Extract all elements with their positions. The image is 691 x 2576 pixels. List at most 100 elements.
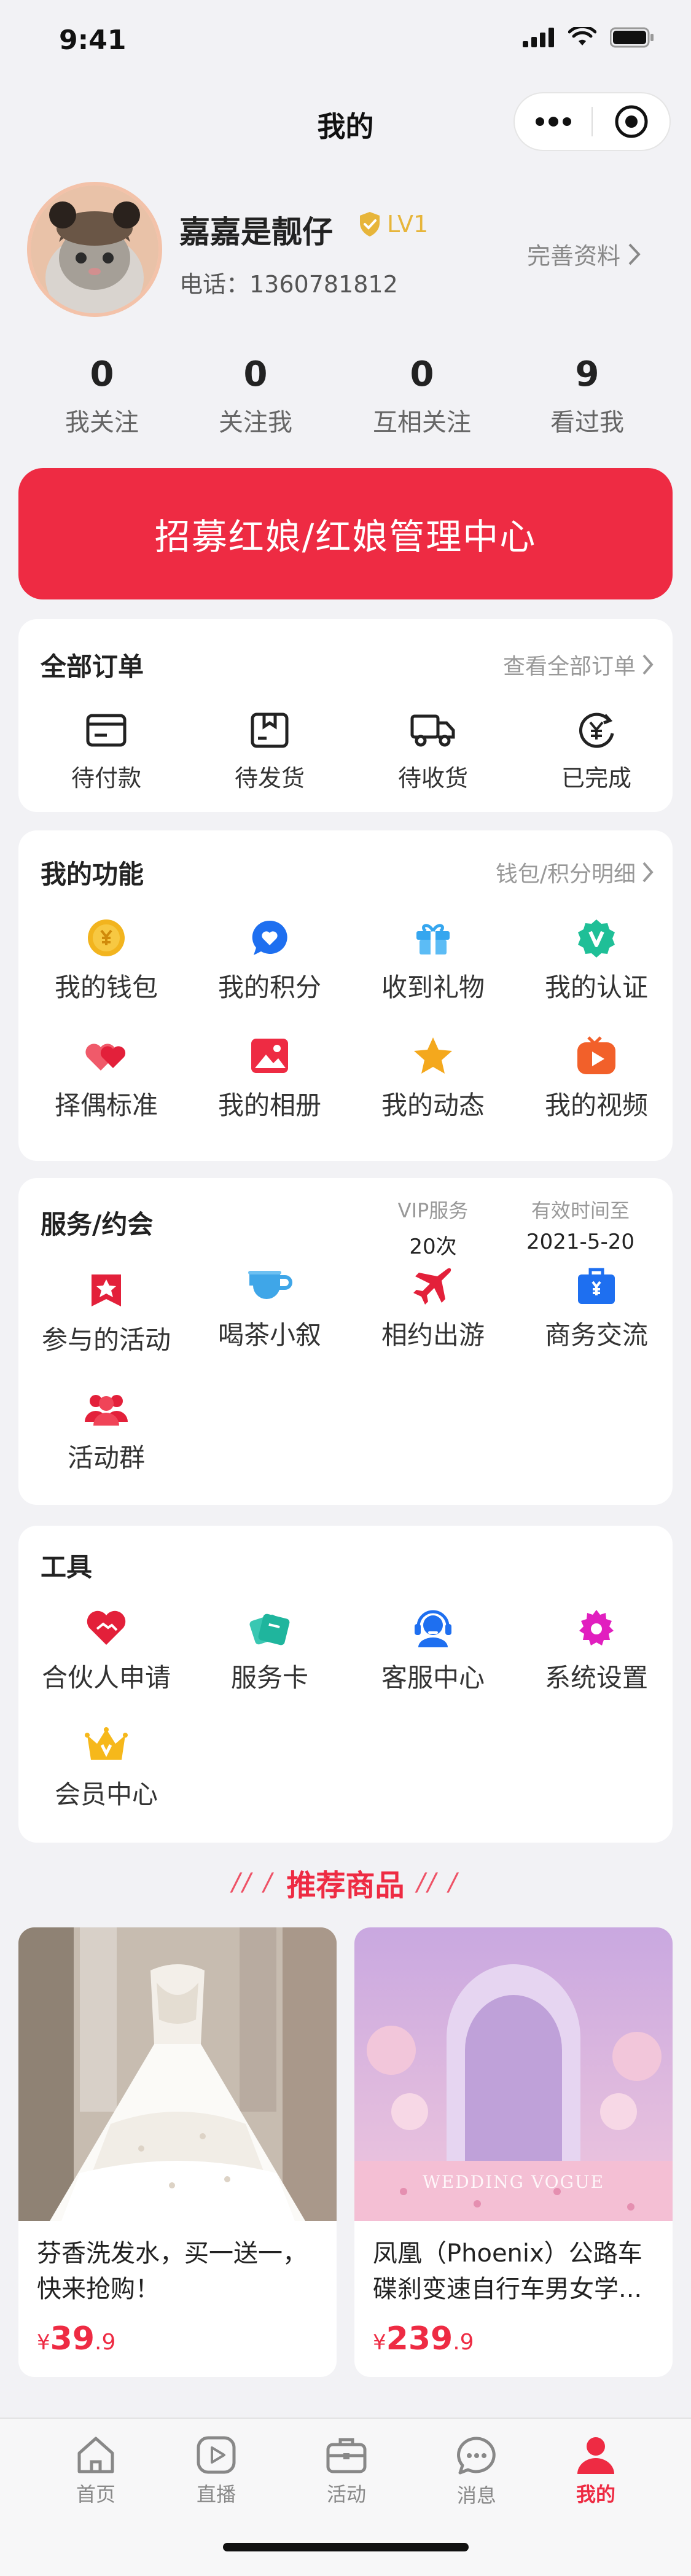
complete-profile-link[interactable]: 完善资料 bbox=[527, 237, 641, 271]
tab-label: 直播 bbox=[196, 2483, 236, 2506]
home-indicator bbox=[223, 2543, 469, 2551]
star-icon bbox=[414, 1037, 452, 1074]
function-label: 收到礼物 bbox=[381, 972, 485, 1002]
more-button[interactable] bbox=[515, 93, 591, 150]
function-points[interactable]: 我的积分 bbox=[188, 916, 351, 1004]
order-pending-payment[interactable]: 待付款 bbox=[25, 709, 188, 793]
tea-cup-icon bbox=[248, 1271, 292, 1299]
function-label: 我的积分 bbox=[217, 972, 321, 1002]
chevron-right-icon bbox=[628, 243, 641, 265]
stat-following[interactable]: 0 我关注 bbox=[22, 353, 182, 438]
tab-bar: 首页 直播 活动 消息 我的 bbox=[0, 2418, 691, 2576]
order-pending-shipment[interactable]: 待发货 bbox=[188, 709, 351, 793]
tab-activities[interactable]: 活动 bbox=[297, 2436, 396, 2507]
chevron-right-icon bbox=[642, 862, 654, 883]
briefcase-icon bbox=[578, 1268, 615, 1304]
function-moments[interactable]: 我的动态 bbox=[351, 1034, 515, 1122]
stat-number: 0 bbox=[243, 354, 268, 394]
tab-label: 活动 bbox=[326, 2483, 366, 2506]
phone-number: 电话：1360781812 bbox=[179, 271, 398, 298]
product-image bbox=[18, 1927, 337, 2221]
functions-title: 我的功能 bbox=[41, 859, 144, 889]
services-title: 服务/约会 bbox=[41, 1209, 154, 1239]
function-partner-criteria[interactable]: 择偶标准 bbox=[25, 1034, 188, 1122]
signal-icon bbox=[523, 28, 554, 47]
service-label: 喝茶小叙 bbox=[217, 1320, 321, 1350]
wedding-dress-image bbox=[18, 1927, 337, 2221]
chat-icon bbox=[457, 2437, 496, 2475]
stat-number: 9 bbox=[575, 354, 599, 394]
decor-slashes-right: // / bbox=[416, 1868, 459, 1897]
service-travel[interactable]: 相约出游 bbox=[351, 1264, 515, 1352]
stat-number: 0 bbox=[410, 354, 434, 394]
tab-mine[interactable]: 我的 bbox=[547, 2436, 645, 2507]
function-wallet[interactable]: 我的钱包 bbox=[25, 916, 188, 1004]
service-tea[interactable]: 喝茶小叙 bbox=[188, 1264, 351, 1352]
level-badge: LV1 bbox=[357, 211, 428, 238]
product-image: WEDDING VOGUE bbox=[354, 1927, 673, 2221]
tab-messages[interactable]: 消息 bbox=[427, 2436, 526, 2508]
gear-icon bbox=[579, 1610, 614, 1645]
home-icon bbox=[77, 2437, 114, 2473]
tool-customer-service[interactable]: 客服中心 bbox=[351, 1607, 515, 1695]
tab-home[interactable]: 首页 bbox=[47, 2436, 145, 2507]
tab-live[interactable]: 直播 bbox=[167, 2436, 265, 2507]
vip-value: 20次 bbox=[409, 1235, 457, 1259]
handshake-heart-icon bbox=[87, 1610, 126, 1645]
tool-partner-application[interactable]: 合伙人申请 bbox=[25, 1607, 188, 1695]
matchmaker-banner-button[interactable]: 招募红娘/红娘管理中心 bbox=[18, 468, 673, 599]
price-decimal: .9 bbox=[453, 2330, 474, 2355]
function-label: 我的视频 bbox=[544, 1090, 648, 1120]
order-pending-receipt[interactable]: 待收货 bbox=[351, 709, 515, 793]
avatar[interactable] bbox=[27, 182, 162, 317]
function-album[interactable]: 我的相册 bbox=[188, 1034, 351, 1122]
complete-profile-label: 完善资料 bbox=[527, 243, 621, 270]
wallet-points-detail-link[interactable]: 钱包/积分明细 bbox=[496, 856, 654, 888]
double-heart-icon bbox=[85, 1044, 126, 1071]
function-label: 我的钱包 bbox=[54, 972, 158, 1002]
stat-label: 关注我 bbox=[219, 408, 292, 437]
crown-icon bbox=[85, 1727, 128, 1760]
service-label: 相约出游 bbox=[381, 1320, 485, 1350]
orders-title: 全部订单 bbox=[41, 652, 144, 682]
order-label: 待发货 bbox=[234, 765, 305, 792]
gift-icon bbox=[416, 924, 450, 954]
vip-expiry-info: 有效时间至 2021-5-20 bbox=[510, 1195, 651, 1254]
stat-visitors[interactable]: 9 看过我 bbox=[507, 353, 667, 438]
function-gifts[interactable]: 收到礼物 bbox=[351, 916, 515, 1004]
stat-mutual[interactable]: 0 互相关注 bbox=[342, 353, 502, 438]
orders-card: 全部订单 查看全部订单 待付款 待发货 待收货 已完成 bbox=[18, 619, 673, 812]
product-card[interactable]: 芬香洗发水，买一送一，快来抢购！ ¥39.9 bbox=[18, 1927, 337, 2377]
tool-member-center[interactable]: 会员中心 bbox=[25, 1723, 188, 1811]
tool-label: 系统设置 bbox=[544, 1663, 648, 1693]
close-miniapp-button[interactable] bbox=[593, 93, 670, 150]
play-icon bbox=[197, 2436, 236, 2474]
tool-label: 合伙人申请 bbox=[41, 1663, 171, 1693]
product-card[interactable]: WEDDING VOGUE 凤凰（Phoenix）公路车碟刹变速自行车男女学..… bbox=[354, 1927, 673, 2377]
function-videos[interactable]: 我的视频 bbox=[515, 1034, 678, 1122]
function-label: 我的相册 bbox=[217, 1090, 321, 1120]
service-activity-group[interactable]: 活动群 bbox=[25, 1387, 188, 1475]
mini-program-capsule bbox=[513, 92, 671, 151]
stat-label: 互相关注 bbox=[373, 408, 471, 437]
stat-number: 0 bbox=[90, 354, 114, 394]
view-all-orders-label: 查看全部订单 bbox=[502, 654, 636, 679]
service-label: 活动群 bbox=[67, 1443, 145, 1473]
card-icon bbox=[86, 714, 127, 747]
service-card-icon bbox=[249, 1614, 290, 1645]
order-completed[interactable]: 已完成 bbox=[515, 709, 678, 793]
stat-followers[interactable]: 0 关注我 bbox=[176, 353, 335, 438]
price-integer: 239 bbox=[386, 2320, 453, 2357]
service-joined-activities[interactable]: 参与的活动 bbox=[25, 1269, 188, 1357]
view-all-orders-link[interactable]: 查看全部订单 bbox=[503, 649, 654, 681]
function-verification[interactable]: 我的认证 bbox=[515, 916, 678, 1004]
service-business[interactable]: 商务交流 bbox=[515, 1264, 678, 1352]
product-name: 芬香洗发水，买一送一，快来抢购！ bbox=[37, 2239, 307, 2303]
functions-card: 我的功能 钱包/积分明细 我的钱包 我的积分 收到礼物 我的认证 择偶标准 我的… bbox=[18, 830, 673, 1161]
vip-label: VIP服务 bbox=[397, 1199, 469, 1222]
tool-service-card[interactable]: 服务卡 bbox=[188, 1607, 351, 1695]
heart-bubble-icon bbox=[252, 920, 287, 955]
status-icons bbox=[523, 27, 654, 48]
tool-system-settings[interactable]: 系统设置 bbox=[515, 1607, 678, 1695]
coin-icon bbox=[88, 919, 125, 956]
